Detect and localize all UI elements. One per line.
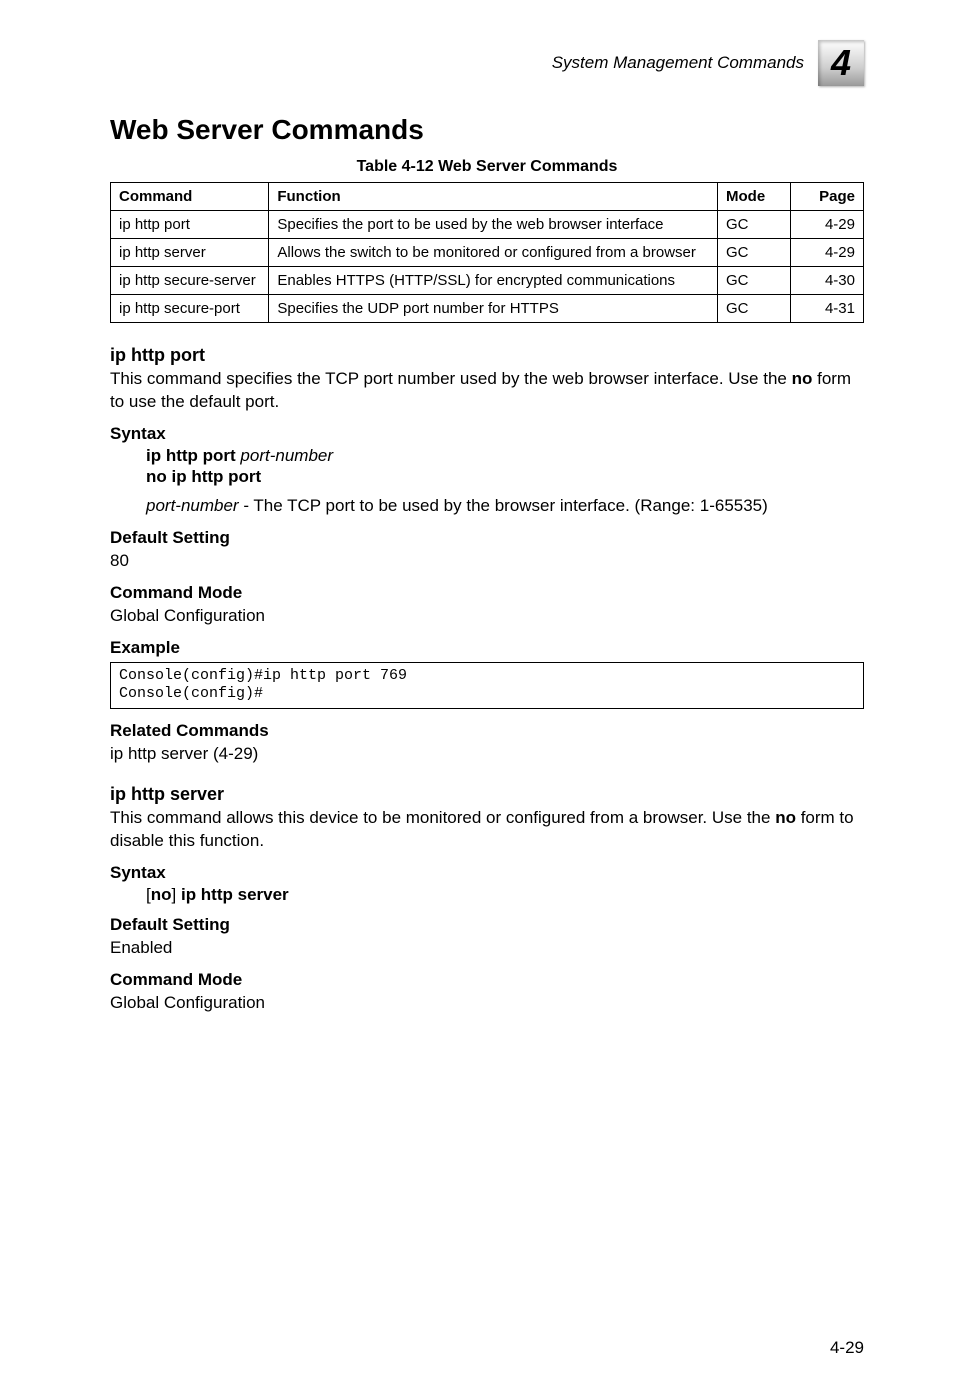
cell-command: ip http secure-server xyxy=(111,267,269,295)
cell-page: 4-31 xyxy=(791,295,864,323)
cell-page: 4-29 xyxy=(791,239,864,267)
desc-bold: no xyxy=(775,808,796,827)
default-setting-heading: Default Setting xyxy=(110,915,864,935)
syntax-bracket: ] xyxy=(172,885,181,904)
page-container: System Management Commands 4 Web Server … xyxy=(0,0,954,1388)
syntax-line: [no] ip http server xyxy=(146,885,864,905)
command-description: This command specifies the TCP port numb… xyxy=(110,368,864,414)
example-heading: Example xyxy=(110,638,864,658)
table-header-row: Command Function Mode Page xyxy=(111,183,864,211)
cell-command: ip http secure-port xyxy=(111,295,269,323)
cell-mode: GC xyxy=(718,267,791,295)
command-mode-heading: Command Mode xyxy=(110,583,864,603)
th-function: Function xyxy=(269,183,718,211)
table-row: ip http server Allows the switch to be m… xyxy=(111,239,864,267)
cell-mode: GC xyxy=(718,295,791,323)
syntax-param: port-number xyxy=(240,446,333,465)
syntax-heading: Syntax xyxy=(110,863,864,883)
table-row: ip http secure-server Enables HTTPS (HTT… xyxy=(111,267,864,295)
syntax-keyword: ip http server xyxy=(181,885,289,904)
cell-function: Allows the switch to be monitored or con… xyxy=(269,239,718,267)
desc-bold: no xyxy=(792,369,813,388)
th-mode: Mode xyxy=(718,183,791,211)
page-header: System Management Commands 4 xyxy=(110,40,864,86)
param-name: port-number xyxy=(146,496,239,515)
table-caption: Table 4-12 Web Server Commands xyxy=(110,158,864,176)
default-setting-value: 80 xyxy=(110,550,864,573)
syntax-keyword: no xyxy=(151,885,172,904)
related-commands-heading: Related Commands xyxy=(110,721,864,741)
cell-mode: GC xyxy=(718,239,791,267)
table-row: ip http port Specifies the port to be us… xyxy=(111,211,864,239)
desc-text: This command allows this device to be mo… xyxy=(110,808,775,827)
chapter-number: 4 xyxy=(831,42,851,84)
cell-function: Enables HTTPS (HTTP/SSL) for encrypted c… xyxy=(269,267,718,295)
syntax-param-desc: port-number - The TCP port to be used by… xyxy=(146,495,864,518)
syntax-line: no ip http port xyxy=(146,467,864,487)
cell-command: ip http server xyxy=(111,239,269,267)
th-page: Page xyxy=(791,183,864,211)
command-mode-heading: Command Mode xyxy=(110,970,864,990)
related-commands-value: ip http server (4-29) xyxy=(110,743,864,766)
syntax-line: ip http port port-number xyxy=(146,446,864,466)
cell-page: 4-30 xyxy=(791,267,864,295)
command-heading-ip-http-server: ip http server xyxy=(110,784,864,805)
cell-function: Specifies the port to be used by the web… xyxy=(269,211,718,239)
desc-text: This command specifies the TCP port numb… xyxy=(110,369,792,388)
table-row: ip http secure-port Specifies the UDP po… xyxy=(111,295,864,323)
chapter-number-icon: 4 xyxy=(818,40,864,86)
default-setting-value: Enabled xyxy=(110,937,864,960)
example-code-block: Console(config)#ip http port 769 Console… xyxy=(110,662,864,710)
section-title: Web Server Commands xyxy=(110,114,864,146)
commands-table: Command Function Mode Page ip http port … xyxy=(110,182,864,323)
syntax-keyword: ip http port xyxy=(146,446,240,465)
cell-page: 4-29 xyxy=(791,211,864,239)
syntax-heading: Syntax xyxy=(110,424,864,444)
command-mode-value: Global Configuration xyxy=(110,992,864,1015)
cell-function: Specifies the UDP port number for HTTPS xyxy=(269,295,718,323)
command-heading-ip-http-port: ip http port xyxy=(110,345,864,366)
header-label: System Management Commands xyxy=(552,53,804,73)
page-number: 4-29 xyxy=(830,1338,864,1358)
default-setting-heading: Default Setting xyxy=(110,528,864,548)
command-description: This command allows this device to be mo… xyxy=(110,807,864,853)
command-mode-value: Global Configuration xyxy=(110,605,864,628)
th-command: Command xyxy=(111,183,269,211)
cell-mode: GC xyxy=(718,211,791,239)
param-text: - The TCP port to be used by the browser… xyxy=(239,496,768,515)
cell-command: ip http port xyxy=(111,211,269,239)
